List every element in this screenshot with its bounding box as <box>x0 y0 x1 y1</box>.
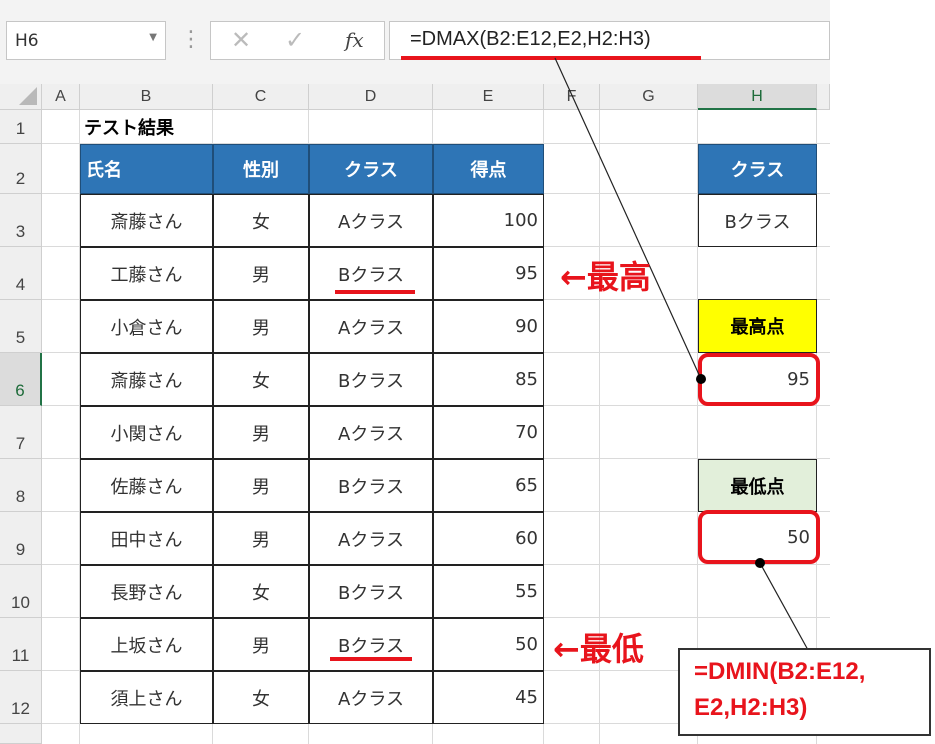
dmin-line-1: =DMIN(B2:E12, <box>694 658 866 685</box>
lowest-annotation: ←最低 <box>553 630 644 668</box>
connector-lines <box>554 57 809 651</box>
dmin-line-2: E2,H2:H3) <box>694 694 808 721</box>
highest-annotation: ←最高 <box>560 258 651 296</box>
dmin-callout: =DMIN(B2:E12, E2,H2:H3) <box>678 648 931 736</box>
